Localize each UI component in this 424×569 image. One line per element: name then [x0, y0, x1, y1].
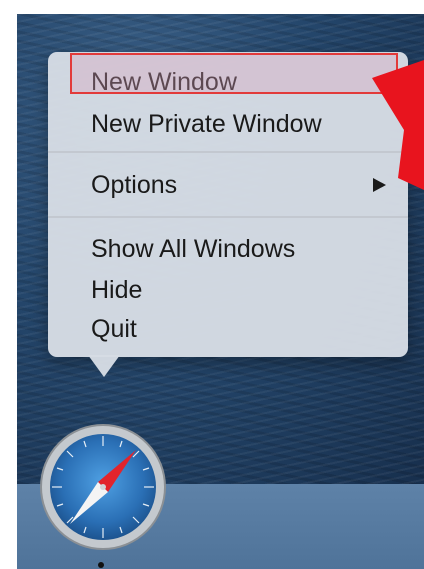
menu-item-quit[interactable]: Quit	[48, 311, 408, 347]
highlight-annotation-box	[70, 53, 398, 94]
red-pointer-arrow-icon	[372, 60, 424, 190]
menu-separator	[48, 216, 408, 218]
menu-pointer-tail	[88, 355, 120, 377]
menu-item-label: Options	[91, 171, 178, 199]
menu-item-new-private-window[interactable]: New Private Window	[48, 106, 408, 142]
menu-item-label: Hide	[91, 276, 143, 304]
menu-item-label: Show All Windows	[91, 235, 296, 263]
menu-item-show-all-windows[interactable]: Show All Windows	[48, 231, 408, 267]
safari-compass-icon[interactable]	[38, 422, 168, 552]
menu-item-options[interactable]: Options	[48, 167, 408, 203]
running-indicator-dot	[98, 562, 104, 568]
menu-item-hide[interactable]: Hide	[48, 272, 408, 308]
menu-item-label: Quit	[91, 315, 137, 343]
dock-context-menu: New Window New Private Window Options Sh…	[48, 52, 408, 357]
menu-item-label: New Private Window	[91, 110, 322, 138]
menu-separator	[48, 151, 408, 153]
